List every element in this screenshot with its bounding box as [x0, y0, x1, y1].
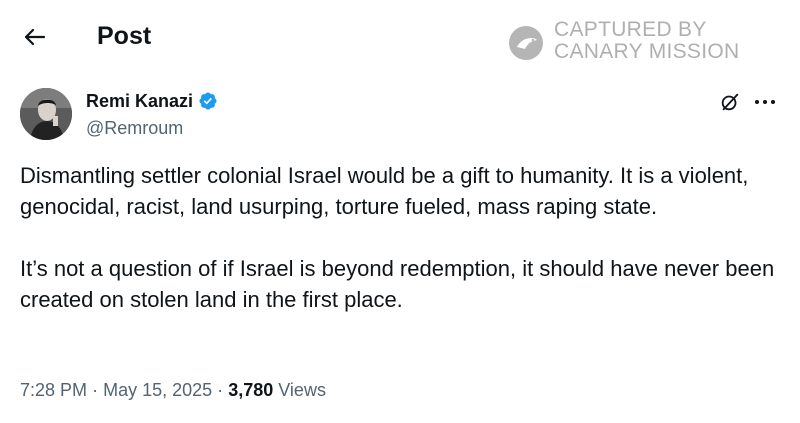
tweet-date[interactable]: May 15, 2025: [103, 380, 212, 400]
canary-bird-logo: [509, 26, 543, 60]
views-count: 3,780: [228, 380, 274, 400]
watermark: CAPTURED BY CANARY MISSION: [508, 19, 748, 65]
watermark-line-1: CAPTURED BY: [554, 18, 707, 41]
avatar-image: [20, 88, 72, 140]
author-display-name[interactable]: Remi Kanazi: [86, 90, 193, 112]
tweet-paragraph: Dismantling settler colonial Israel woul…: [20, 163, 749, 219]
back-button[interactable]: [20, 22, 50, 52]
arrow-left-icon: [24, 28, 46, 46]
more-horizontal-icon[interactable]: [754, 97, 776, 107]
grok-icon[interactable]: [719, 91, 741, 113]
tweet-meta: 7:28 PM · May 15, 2025 · 3,780 Views: [20, 378, 326, 402]
verified-badge-icon: [199, 92, 217, 110]
tweet-time[interactable]: 7:28 PM: [20, 380, 87, 400]
author-name-row[interactable]: Remi Kanazi: [86, 89, 218, 113]
author-handle[interactable]: @Remroum: [86, 117, 183, 139]
tweet-text: Dismantling settler colonial Israel woul…: [20, 160, 785, 315]
views-label: Views: [278, 380, 326, 400]
meta-separator: ·: [92, 380, 99, 400]
page-title: Post: [97, 22, 152, 50]
avatar[interactable]: [20, 88, 72, 140]
watermark-line-2: CANARY MISSION: [554, 40, 740, 63]
tweet-paragraph: It’s not a question of if Israel is beyo…: [20, 256, 775, 312]
meta-separator: ·: [217, 380, 224, 400]
